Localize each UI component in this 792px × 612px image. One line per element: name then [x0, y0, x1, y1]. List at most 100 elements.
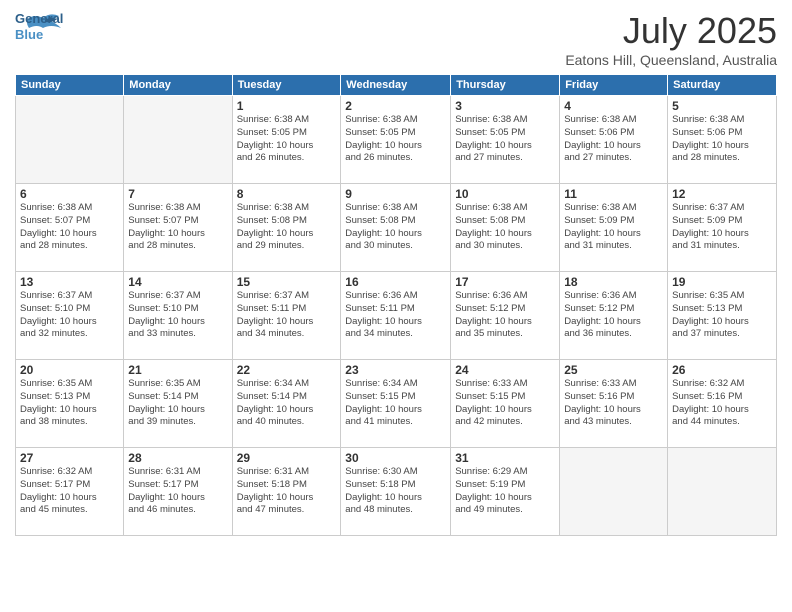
day-number: 18 [564, 275, 663, 289]
day-number: 20 [20, 363, 119, 377]
day-info: Sunrise: 6:37 AMSunset: 5:09 PMDaylight:… [672, 202, 772, 253]
week-row-5: 27Sunrise: 6:32 AMSunset: 5:17 PMDayligh… [16, 448, 777, 536]
calendar-cell: 17Sunrise: 6:36 AMSunset: 5:12 PMDayligh… [451, 272, 560, 360]
calendar-cell: 14Sunrise: 6:37 AMSunset: 5:10 PMDayligh… [124, 272, 232, 360]
day-info: Sunrise: 6:31 AMSunset: 5:18 PMDaylight:… [237, 466, 337, 517]
day-number: 31 [455, 451, 555, 465]
calendar-cell: 22Sunrise: 6:34 AMSunset: 5:14 PMDayligh… [232, 360, 341, 448]
calendar-cell: 27Sunrise: 6:32 AMSunset: 5:17 PMDayligh… [16, 448, 124, 536]
calendar-cell: 4Sunrise: 6:38 AMSunset: 5:06 PMDaylight… [560, 96, 668, 184]
header-monday: Monday [124, 75, 232, 96]
logo-blue: Blue [15, 28, 43, 42]
calendar-cell: 21Sunrise: 6:35 AMSunset: 5:14 PMDayligh… [124, 360, 232, 448]
title-area: July 2025 Eatons Hill, Queensland, Austr… [565, 10, 777, 68]
calendar-cell: 7Sunrise: 6:38 AMSunset: 5:07 PMDaylight… [124, 184, 232, 272]
day-number: 6 [20, 187, 119, 201]
day-number: 12 [672, 187, 772, 201]
day-number: 7 [128, 187, 227, 201]
day-info: Sunrise: 6:38 AMSunset: 5:05 PMDaylight:… [237, 114, 337, 165]
header-sunday: Sunday [16, 75, 124, 96]
day-number: 16 [345, 275, 446, 289]
calendar-cell [124, 96, 232, 184]
day-number: 3 [455, 99, 555, 113]
calendar-table: Sunday Monday Tuesday Wednesday Thursday… [15, 74, 777, 536]
calendar-cell: 2Sunrise: 6:38 AMSunset: 5:05 PMDaylight… [341, 96, 451, 184]
day-info: Sunrise: 6:38 AMSunset: 5:05 PMDaylight:… [455, 114, 555, 165]
calendar-cell: 30Sunrise: 6:30 AMSunset: 5:18 PMDayligh… [341, 448, 451, 536]
month-title: July 2025 [565, 10, 777, 52]
calendar-cell: 19Sunrise: 6:35 AMSunset: 5:13 PMDayligh… [668, 272, 777, 360]
header-friday: Friday [560, 75, 668, 96]
day-number: 13 [20, 275, 119, 289]
day-info: Sunrise: 6:35 AMSunset: 5:13 PMDaylight:… [672, 290, 772, 341]
day-number: 27 [20, 451, 119, 465]
day-info: Sunrise: 6:30 AMSunset: 5:18 PMDaylight:… [345, 466, 446, 517]
calendar-cell: 13Sunrise: 6:37 AMSunset: 5:10 PMDayligh… [16, 272, 124, 360]
day-info: Sunrise: 6:33 AMSunset: 5:16 PMDaylight:… [564, 378, 663, 429]
calendar-cell: 26Sunrise: 6:32 AMSunset: 5:16 PMDayligh… [668, 360, 777, 448]
day-info: Sunrise: 6:33 AMSunset: 5:15 PMDaylight:… [455, 378, 555, 429]
day-info: Sunrise: 6:35 AMSunset: 5:14 PMDaylight:… [128, 378, 227, 429]
calendar-cell: 31Sunrise: 6:29 AMSunset: 5:19 PMDayligh… [451, 448, 560, 536]
day-info: Sunrise: 6:38 AMSunset: 5:06 PMDaylight:… [564, 114, 663, 165]
day-number: 15 [237, 275, 337, 289]
day-number: 17 [455, 275, 555, 289]
day-info: Sunrise: 6:38 AMSunset: 5:08 PMDaylight:… [455, 202, 555, 253]
calendar-cell: 9Sunrise: 6:38 AMSunset: 5:08 PMDaylight… [341, 184, 451, 272]
day-number: 28 [128, 451, 227, 465]
calendar-cell: 16Sunrise: 6:36 AMSunset: 5:11 PMDayligh… [341, 272, 451, 360]
header-thursday: Thursday [451, 75, 560, 96]
calendar-cell [668, 448, 777, 536]
location: Eatons Hill, Queensland, Australia [565, 52, 777, 68]
day-info: Sunrise: 6:38 AMSunset: 5:07 PMDaylight:… [128, 202, 227, 253]
header-saturday: Saturday [668, 75, 777, 96]
week-row-2: 6Sunrise: 6:38 AMSunset: 5:07 PMDaylight… [16, 184, 777, 272]
day-number: 5 [672, 99, 772, 113]
day-info: Sunrise: 6:38 AMSunset: 5:08 PMDaylight:… [345, 202, 446, 253]
calendar-header-row: Sunday Monday Tuesday Wednesday Thursday… [16, 75, 777, 96]
calendar-cell: 28Sunrise: 6:31 AMSunset: 5:17 PMDayligh… [124, 448, 232, 536]
day-number: 1 [237, 99, 337, 113]
day-info: Sunrise: 6:38 AMSunset: 5:08 PMDaylight:… [237, 202, 337, 253]
day-info: Sunrise: 6:31 AMSunset: 5:17 PMDaylight:… [128, 466, 227, 517]
day-info: Sunrise: 6:36 AMSunset: 5:12 PMDaylight:… [455, 290, 555, 341]
calendar-cell: 25Sunrise: 6:33 AMSunset: 5:16 PMDayligh… [560, 360, 668, 448]
day-number: 22 [237, 363, 337, 377]
day-number: 4 [564, 99, 663, 113]
day-info: Sunrise: 6:38 AMSunset: 5:07 PMDaylight:… [20, 202, 119, 253]
day-info: Sunrise: 6:32 AMSunset: 5:17 PMDaylight:… [20, 466, 119, 517]
day-info: Sunrise: 6:37 AMSunset: 5:10 PMDaylight:… [128, 290, 227, 341]
logo-general: General [15, 12, 63, 26]
day-info: Sunrise: 6:35 AMSunset: 5:13 PMDaylight:… [20, 378, 119, 429]
day-number: 9 [345, 187, 446, 201]
day-number: 14 [128, 275, 227, 289]
day-info: Sunrise: 6:32 AMSunset: 5:16 PMDaylight:… [672, 378, 772, 429]
calendar-cell: 12Sunrise: 6:37 AMSunset: 5:09 PMDayligh… [668, 184, 777, 272]
day-info: Sunrise: 6:34 AMSunset: 5:14 PMDaylight:… [237, 378, 337, 429]
calendar-cell: 20Sunrise: 6:35 AMSunset: 5:13 PMDayligh… [16, 360, 124, 448]
day-info: Sunrise: 6:38 AMSunset: 5:09 PMDaylight:… [564, 202, 663, 253]
week-row-3: 13Sunrise: 6:37 AMSunset: 5:10 PMDayligh… [16, 272, 777, 360]
day-number: 21 [128, 363, 227, 377]
calendar-cell: 29Sunrise: 6:31 AMSunset: 5:18 PMDayligh… [232, 448, 341, 536]
day-number: 24 [455, 363, 555, 377]
day-number: 8 [237, 187, 337, 201]
calendar-cell [16, 96, 124, 184]
calendar-cell: 24Sunrise: 6:33 AMSunset: 5:15 PMDayligh… [451, 360, 560, 448]
day-info: Sunrise: 6:36 AMSunset: 5:11 PMDaylight:… [345, 290, 446, 341]
day-number: 11 [564, 187, 663, 201]
calendar-cell: 11Sunrise: 6:38 AMSunset: 5:09 PMDayligh… [560, 184, 668, 272]
calendar-cell: 6Sunrise: 6:38 AMSunset: 5:07 PMDaylight… [16, 184, 124, 272]
calendar-cell: 15Sunrise: 6:37 AMSunset: 5:11 PMDayligh… [232, 272, 341, 360]
day-info: Sunrise: 6:37 AMSunset: 5:10 PMDaylight:… [20, 290, 119, 341]
header-tuesday: Tuesday [232, 75, 341, 96]
day-info: Sunrise: 6:37 AMSunset: 5:11 PMDaylight:… [237, 290, 337, 341]
day-number: 26 [672, 363, 772, 377]
calendar-cell: 23Sunrise: 6:34 AMSunset: 5:15 PMDayligh… [341, 360, 451, 448]
header: General Blue July 2025 Eatons Hill, Quee… [15, 10, 777, 68]
day-info: Sunrise: 6:38 AMSunset: 5:05 PMDaylight:… [345, 114, 446, 165]
calendar-cell: 10Sunrise: 6:38 AMSunset: 5:08 PMDayligh… [451, 184, 560, 272]
calendar-cell: 5Sunrise: 6:38 AMSunset: 5:06 PMDaylight… [668, 96, 777, 184]
day-number: 19 [672, 275, 772, 289]
day-number: 29 [237, 451, 337, 465]
